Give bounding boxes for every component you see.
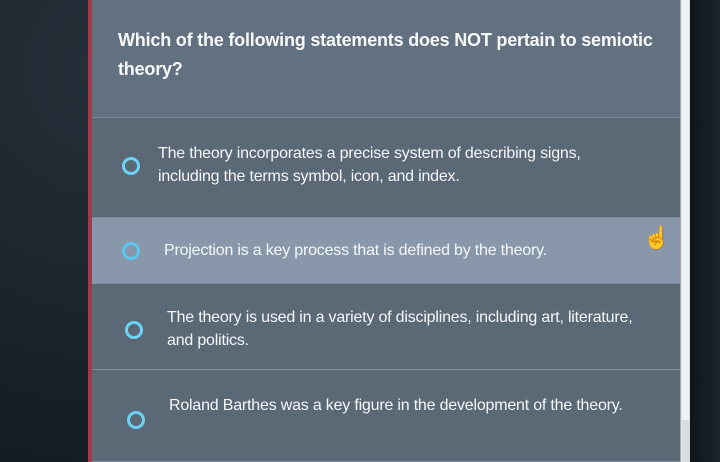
answer-option-2[interactable]: Projection is a key process that is defi… (92, 218, 688, 284)
answer-option-4[interactable]: Roland Barthes was a key figure in the d… (92, 370, 688, 462)
radio-button-icon[interactable] (127, 411, 145, 429)
answer-option-4-label: Roland Barthes was a key figure in the d… (169, 397, 623, 414)
question-text: Which of the following statements does N… (118, 30, 653, 79)
hand-pointer-icon: ☝ (643, 225, 671, 250)
scrollbar-thumb[interactable] (682, 0, 689, 420)
screen-edge (690, 0, 720, 462)
vertical-scrollbar[interactable] (680, 0, 690, 462)
radio-button-icon[interactable] (125, 321, 143, 339)
radio-button-icon[interactable] (122, 157, 140, 175)
question-box: Which of the following statements does N… (92, 0, 688, 118)
answer-option-3-label: The theory is used in a variety of disci… (167, 309, 633, 350)
answer-options-list: The theory incorporates a precise system… (92, 118, 688, 462)
answer-option-1[interactable]: The theory incorporates a precise system… (92, 118, 688, 218)
quiz-panel: Which of the following statements does N… (88, 0, 688, 462)
answer-option-1-label: The theory incorporates a precise system… (158, 145, 581, 186)
answer-option-2-label: Projection is a key process that is defi… (164, 242, 547, 259)
answer-option-3[interactable]: The theory is used in a variety of disci… (92, 284, 688, 370)
radio-button-icon[interactable] (122, 242, 140, 260)
